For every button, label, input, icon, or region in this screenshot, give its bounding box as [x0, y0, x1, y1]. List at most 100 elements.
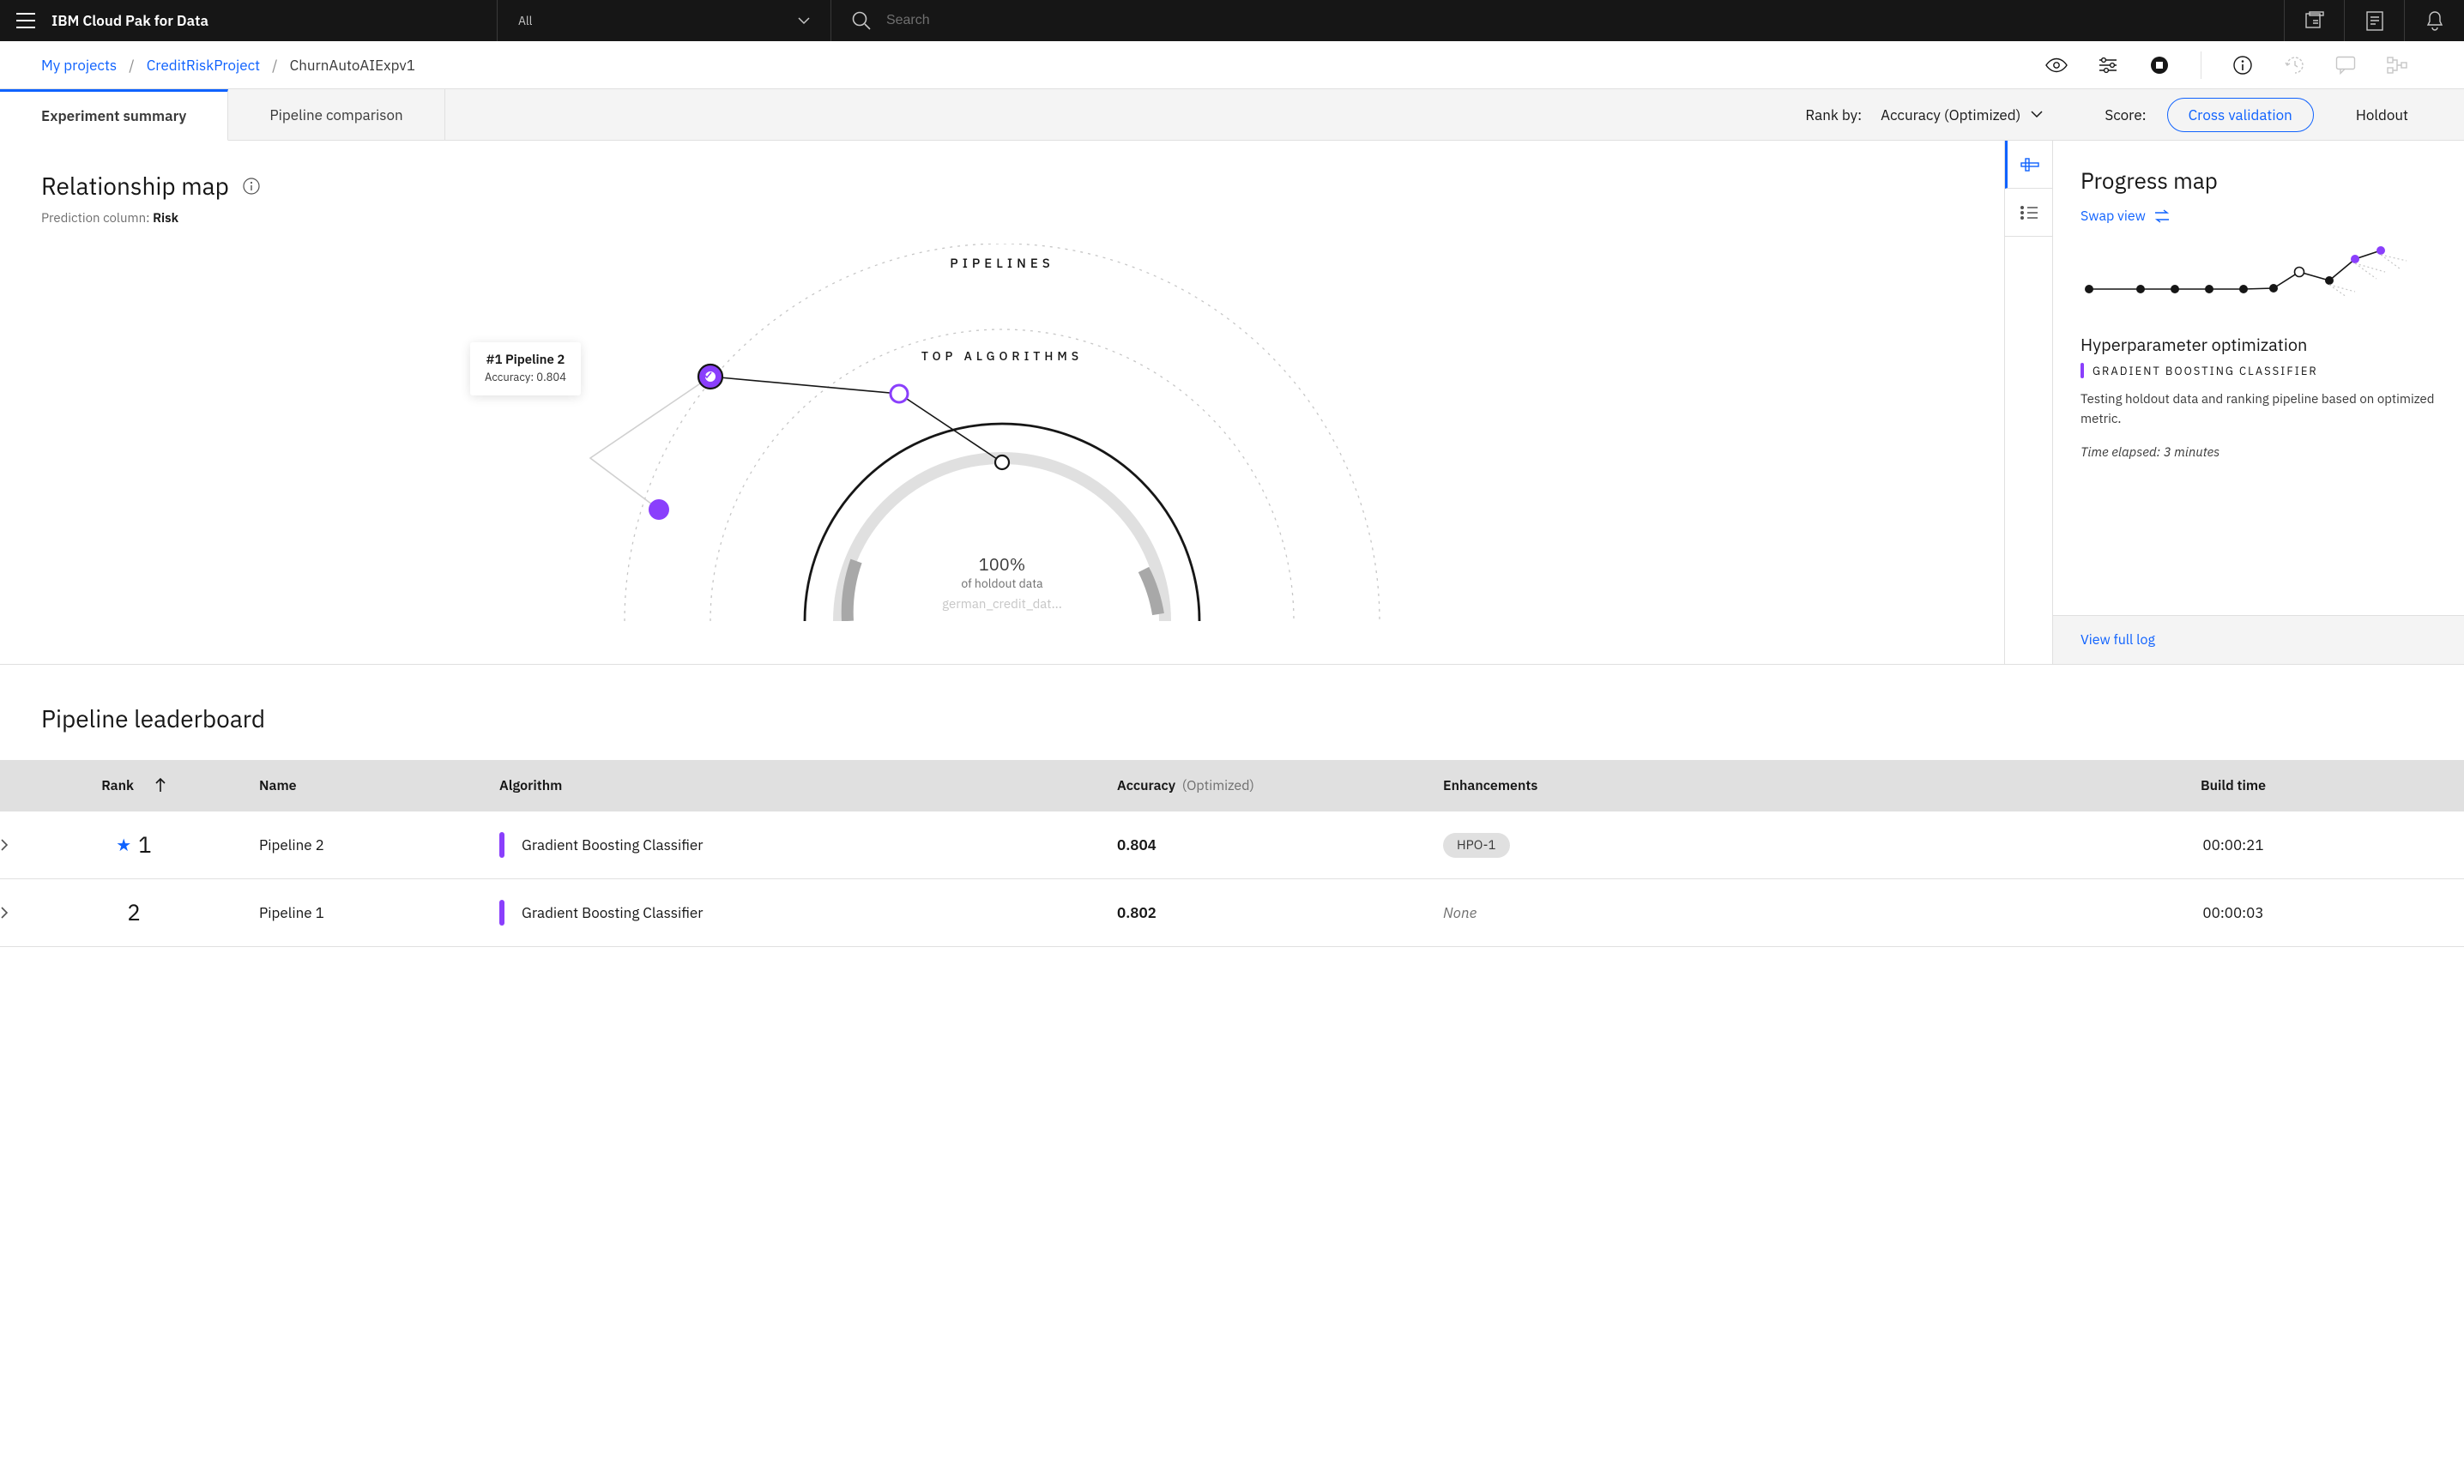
holdout-sub: of holdout data — [942, 576, 1062, 591]
accuracy-value: 0.802 — [1103, 879, 1429, 947]
algorithm-cell: Gradient Boosting Classifier — [499, 900, 1090, 926]
catalog-button[interactable] — [2284, 0, 2344, 41]
build-time-value: 00:00:03 — [1961, 879, 2464, 947]
swap-view-button[interactable]: Swap view — [2081, 208, 2437, 225]
catalog-icon — [2305, 11, 2324, 30]
score-label: Score: — [2070, 89, 2166, 140]
breadcrumb: My projects / CreditRiskProject / ChurnA… — [41, 56, 415, 75]
brand-title: IBM Cloud Pak for Data — [51, 11, 231, 30]
rank-value: 2 — [127, 898, 141, 927]
tab-pipeline-comparison[interactable]: Pipeline comparison — [228, 89, 444, 140]
info-icon[interactable] — [243, 178, 260, 195]
tasks-icon — [2366, 10, 2383, 31]
relationship-map-panel: Relationship map Prediction column: Risk… — [0, 141, 2004, 664]
scope-value: All — [518, 13, 533, 28]
search-input[interactable] — [886, 13, 1144, 28]
breadcrumb-current: ChurnAutoAIExpv1 — [290, 56, 415, 75]
pipeline-leaderboard: Pipeline leaderboard — [0, 665, 2464, 734]
tasks-button[interactable] — [2344, 0, 2404, 41]
tab-experiment-summary[interactable]: Experiment summary — [0, 89, 228, 141]
tabs: Experiment summary Pipeline comparison R… — [0, 89, 2464, 141]
col-algorithm[interactable]: Algorithm — [486, 760, 1103, 811]
sort-asc-icon — [154, 777, 166, 793]
col-enhancements[interactable]: Enhancements — [1429, 760, 1961, 811]
breadcrumb-sep: / — [272, 56, 278, 75]
hamburger-menu[interactable] — [0, 13, 51, 28]
global-search[interactable] — [831, 0, 2284, 41]
menu-icon — [16, 13, 35, 28]
star-icon: ★ — [116, 833, 131, 856]
search-icon — [852, 11, 871, 30]
view-toggle — [2004, 141, 2052, 664]
breadcrumb-link-projects[interactable]: My projects — [41, 56, 117, 75]
lineage-button[interactable] — [2371, 41, 2423, 89]
leaderboard-title: Pipeline leaderboard — [41, 703, 2423, 734]
chevron-right-icon — [0, 838, 9, 852]
notifications-button[interactable] — [2404, 0, 2464, 41]
time-elapsed: Time elapsed: 3 minutes — [2081, 444, 2437, 461]
chevron-down-icon — [2031, 111, 2043, 118]
pipeline-name: Pipeline 1 — [245, 879, 486, 947]
accuracy-value: 0.804 — [1103, 811, 1429, 879]
chevron-down-icon — [798, 17, 810, 25]
enhancements-value: None — [1429, 879, 1961, 947]
score-cross-validation[interactable]: Cross validation — [2167, 98, 2314, 132]
main-area: Relationship map Prediction column: Risk… — [0, 141, 2464, 665]
swap-icon — [2154, 209, 2170, 223]
stop-icon — [2150, 56, 2169, 75]
map-view-icon — [2020, 158, 2039, 172]
progress-sparkline — [2081, 242, 2437, 311]
tooltip-title: #1 Pipeline 2 — [485, 352, 566, 368]
holdout-pct: 100% — [942, 552, 1062, 576]
view-list-button[interactable] — [2005, 189, 2052, 237]
prediction-column: Prediction column: Risk — [41, 210, 1963, 226]
relationship-map-title: Relationship map — [41, 170, 229, 202]
view-full-log-button[interactable]: View full log — [2053, 615, 2464, 664]
sliders-icon — [2098, 57, 2118, 74]
preview-button[interactable] — [2031, 41, 2082, 89]
rank-by-value: Accuracy (Optimized) — [1881, 106, 2020, 124]
table-row[interactable]: 2 Pipeline 1 Gradient Boosting Classifier 0… — [0, 879, 2464, 947]
settings-button[interactable] — [2082, 41, 2134, 89]
expand-row-button[interactable] — [0, 838, 9, 852]
holdout-file: german_credit_dat... — [942, 596, 1062, 612]
progress-panel: Progress map Swap view — [2052, 141, 2464, 664]
expand-row-button[interactable] — [0, 906, 9, 920]
hpo-description: Testing holdout data and ranking pipelin… — [2081, 390, 2437, 429]
rank-by-select[interactable]: Accuracy (Optimized) — [1881, 106, 2043, 124]
table-row[interactable]: ★1Pipeline 2Gradient Boosting Classifier… — [0, 811, 2464, 879]
list-view-icon — [2020, 206, 2038, 220]
hpo-subtitle: GRADIENT BOOSTING CLASSIFIER — [2081, 363, 2437, 378]
relationship-map-canvas[interactable]: PIPELINES TOP ALGORITHMS — [41, 244, 1963, 621]
bell-icon — [2425, 10, 2444, 31]
rank-value: 1 — [138, 830, 152, 860]
history-button[interactable] — [2268, 41, 2320, 89]
leaderboard-table: Rank Name Algorithm Accuracy (Optimized)… — [0, 760, 2464, 947]
col-expand — [0, 760, 22, 811]
pipeline-tooltip: #1 Pipeline 2 Accuracy: 0.804 — [470, 342, 581, 395]
col-rank[interactable]: Rank — [22, 760, 245, 811]
comments-button[interactable] — [2320, 41, 2371, 89]
page-actions — [2031, 41, 2423, 89]
enhancements-value: HPO-1 — [1429, 811, 1961, 879]
build-time-value: 00:00:21 — [1961, 811, 2464, 879]
stop-button[interactable] — [2134, 41, 2185, 89]
pipeline-name: Pipeline 2 — [245, 811, 486, 879]
breadcrumb-row: My projects / CreditRiskProject / ChurnA… — [0, 41, 2464, 89]
col-accuracy[interactable]: Accuracy (Optimized) — [1103, 760, 1429, 811]
lineage-icon — [2387, 57, 2407, 74]
topbar: IBM Cloud Pak for Data All — [0, 0, 2464, 41]
tooltip-sub: Accuracy: 0.804 — [485, 370, 566, 384]
view-map-button[interactable] — [2005, 141, 2052, 189]
col-build-time[interactable]: Build time — [1961, 760, 2464, 811]
col-name[interactable]: Name — [245, 760, 486, 811]
hpo-title: Hyperparameter optimization — [2081, 333, 2437, 356]
score-holdout[interactable]: Holdout — [2334, 98, 2430, 132]
progress-title: Progress map — [2081, 166, 2437, 196]
breadcrumb-link-project[interactable]: CreditRiskProject — [147, 56, 260, 75]
scope-select[interactable]: All — [497, 0, 831, 41]
chevron-right-icon — [0, 906, 9, 920]
rank-by-label: Rank by: — [1805, 106, 1862, 124]
breadcrumb-sep: / — [129, 56, 135, 75]
info-button[interactable] — [2217, 41, 2268, 89]
